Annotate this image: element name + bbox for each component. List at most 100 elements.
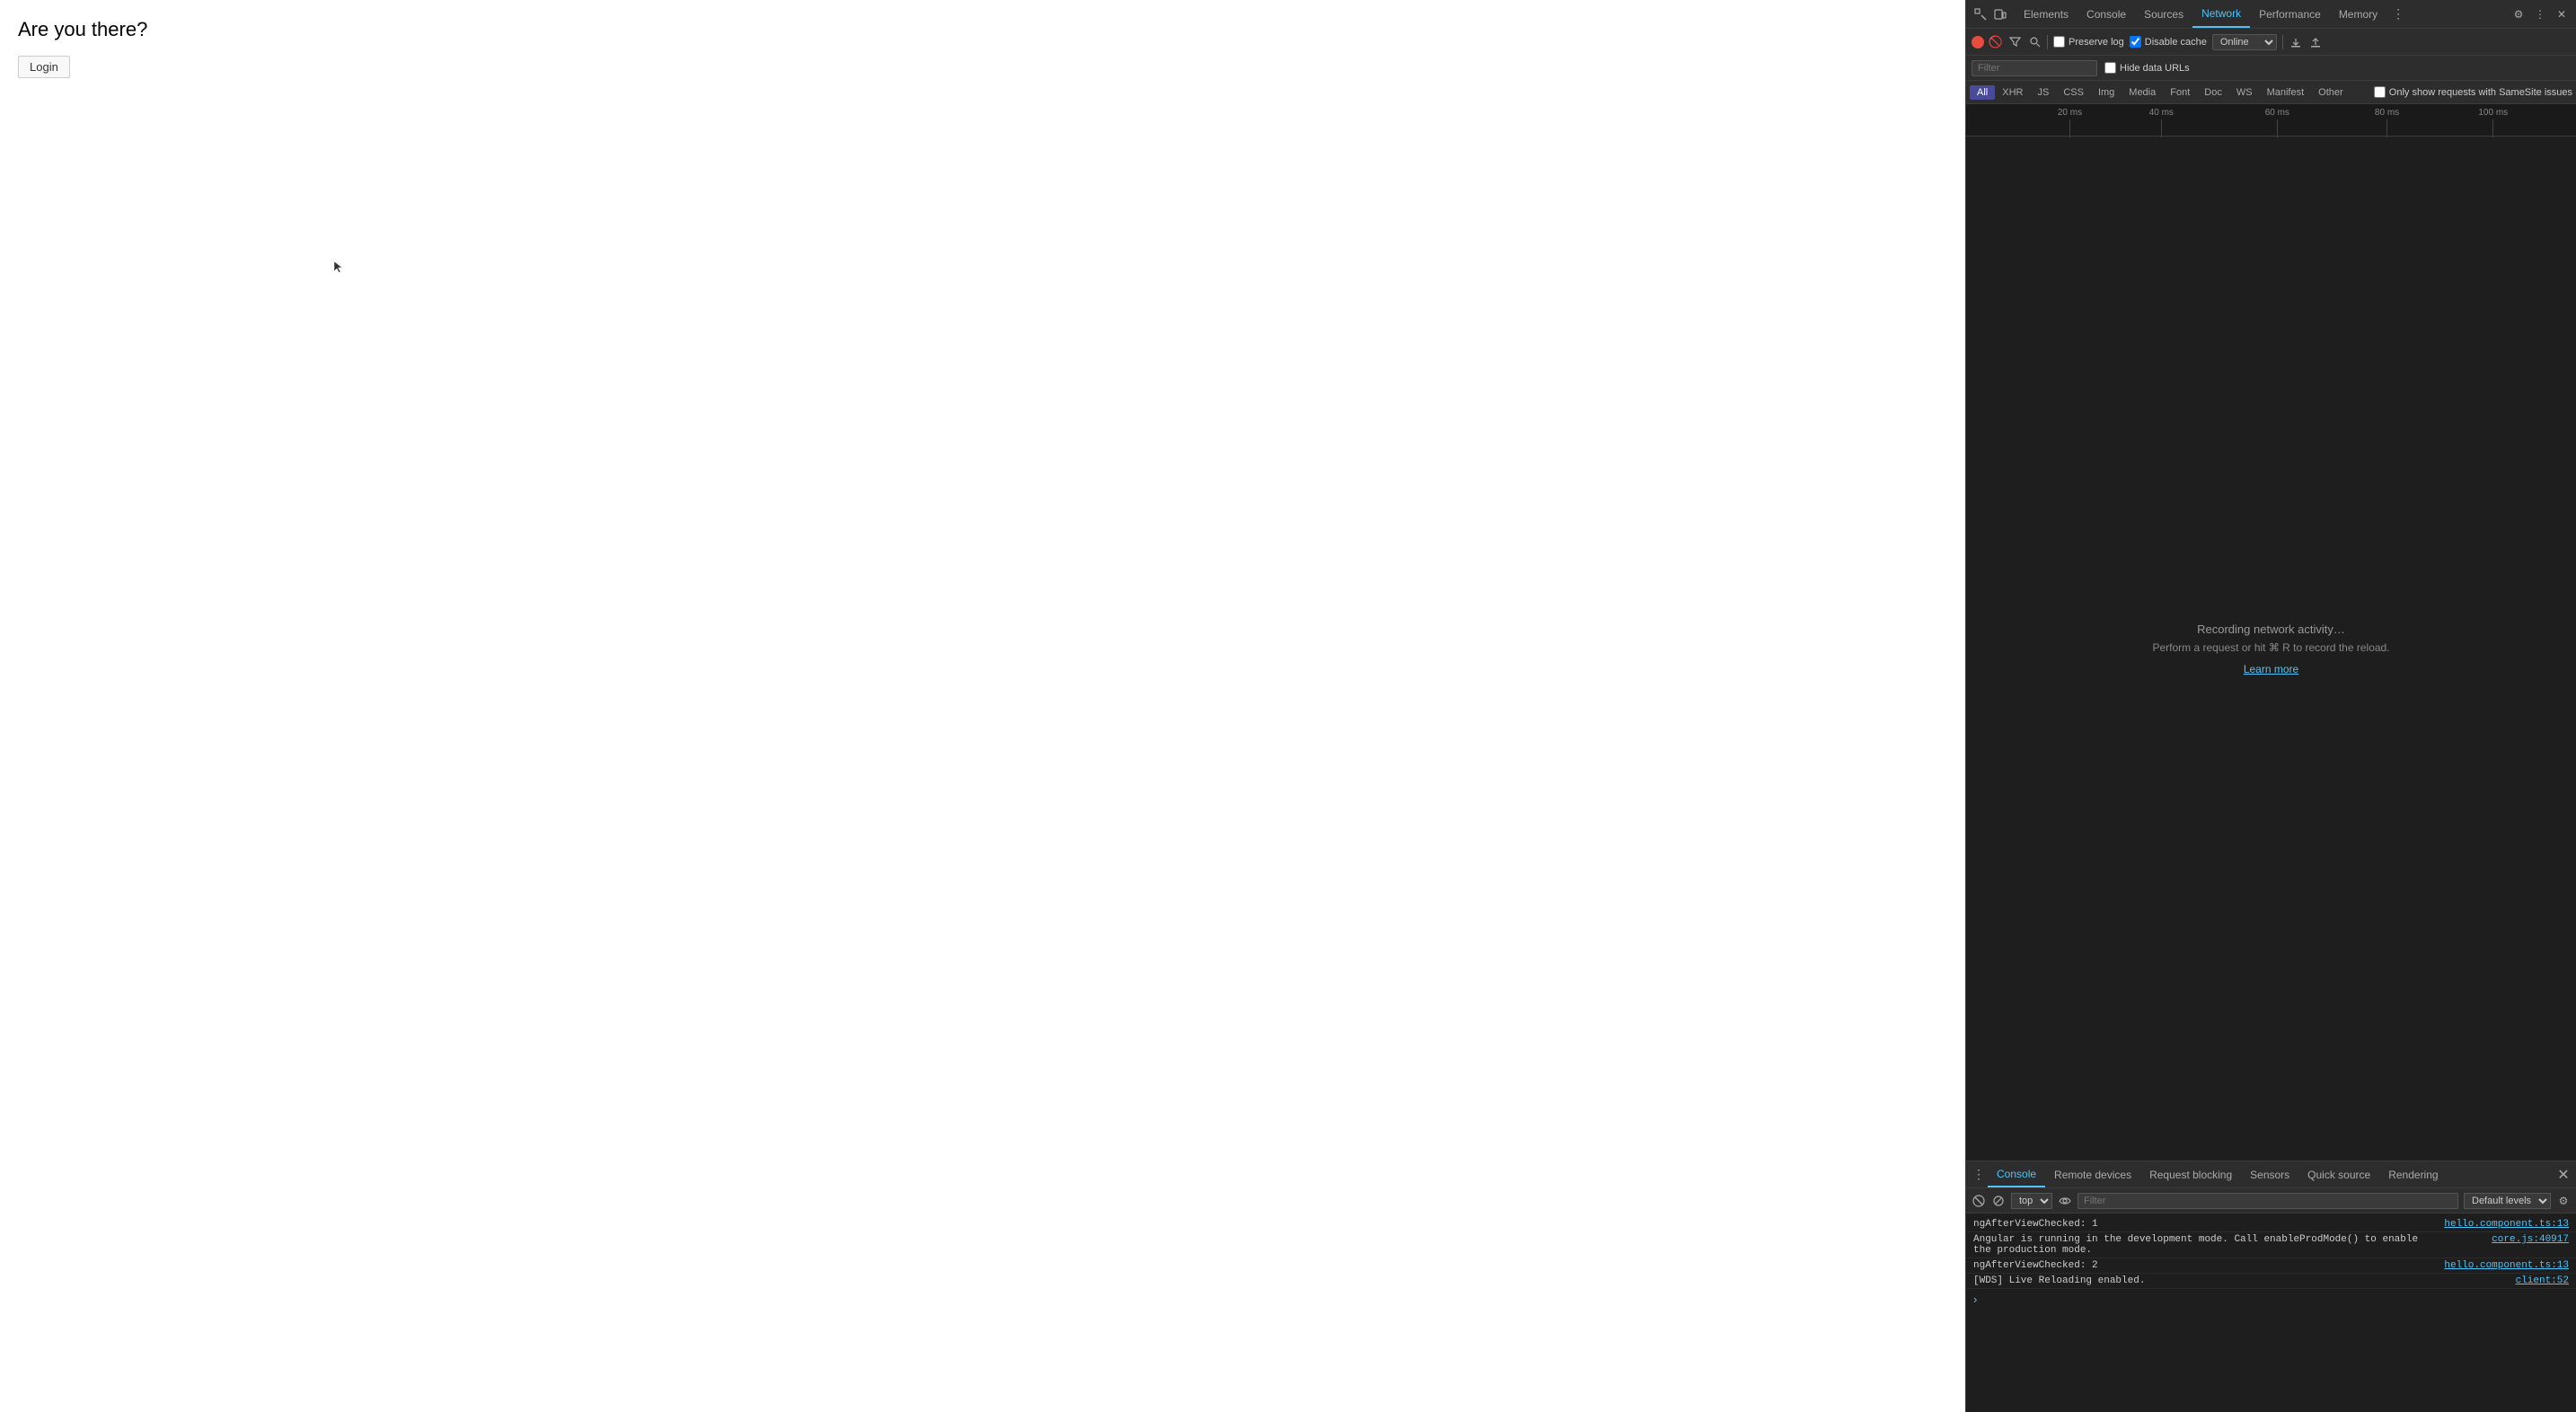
console-log-msg: [WDS] Live Reloading enabled. bbox=[1973, 1275, 2516, 1286]
devtools-topbar: Elements Console Sources Network Perform… bbox=[1966, 0, 2576, 29]
timeline-mark-80ms: 80 ms bbox=[2375, 108, 2399, 137]
drawer-tab-remote-devices[interactable]: Remote devices bbox=[2045, 1161, 2140, 1187]
timeline-mark-20ms: 20 ms bbox=[2058, 108, 2082, 137]
type-filter-bar: All XHR JS CSS Img Media Font Doc WS Man… bbox=[1966, 81, 2576, 104]
console-eye-icon[interactable] bbox=[2058, 1194, 2072, 1208]
timeline-mark-line bbox=[2492, 119, 2493, 137]
tab-sources[interactable]: Sources bbox=[2135, 0, 2192, 28]
import-har-icon[interactable] bbox=[2289, 35, 2303, 49]
console-context-select[interactable]: top bbox=[2011, 1193, 2052, 1209]
main-page: Are you there? Login bbox=[0, 0, 1965, 1412]
console-log-source[interactable]: client:52 bbox=[2516, 1275, 2569, 1286]
console-prompt[interactable]: › bbox=[1966, 1289, 2576, 1310]
samesite-label: Only show requests with SameSite issues bbox=[2389, 87, 2572, 98]
console-log-source[interactable]: hello.component.ts:13 bbox=[2444, 1219, 2569, 1230]
login-button[interactable]: Login bbox=[18, 56, 70, 78]
page-heading: Are you there? bbox=[18, 18, 1947, 41]
timeline-mark-60ms: 60 ms bbox=[2265, 108, 2289, 137]
throttle-select[interactable]: Online Fast 3G Slow 3G Offline bbox=[2212, 34, 2277, 50]
samesite-wrap[interactable]: Only show requests with SameSite issues bbox=[2374, 86, 2572, 98]
type-filter-css[interactable]: CSS bbox=[2056, 85, 2091, 100]
filter-input[interactable] bbox=[1972, 60, 2097, 76]
timeline-mark-40ms: 40 ms bbox=[2149, 108, 2174, 137]
record-button[interactable] bbox=[1972, 36, 1984, 49]
type-filter-img[interactable]: Img bbox=[2091, 85, 2122, 100]
disable-cache-wrap[interactable]: Disable cache bbox=[2130, 36, 2207, 48]
drawer-tab-quick-source[interactable]: Quick source bbox=[2298, 1161, 2379, 1187]
console-log-entry: [WDS] Live Reloading enabled. client:52 bbox=[1966, 1274, 2576, 1289]
hide-data-urls-checkbox[interactable] bbox=[2104, 62, 2116, 74]
tab-network[interactable]: Network bbox=[2192, 0, 2250, 28]
export-har-icon[interactable] bbox=[2308, 35, 2323, 49]
drawer-close-button[interactable]: ✕ bbox=[2554, 1166, 2572, 1184]
console-hide-network-button[interactable] bbox=[1991, 1194, 2006, 1208]
samesite-checkbox[interactable] bbox=[2374, 86, 2386, 98]
learn-more-link[interactable]: Learn more bbox=[2244, 663, 2298, 675]
timeline-mark-line bbox=[2069, 119, 2070, 137]
devtools-more-options-icon[interactable]: ⋮ bbox=[2531, 5, 2549, 23]
separator-2 bbox=[2282, 35, 2283, 49]
console-clear-button[interactable] bbox=[1972, 1194, 1986, 1208]
preserve-log-wrap[interactable]: Preserve log bbox=[2053, 36, 2124, 48]
drawer-tab-request-blocking[interactable]: Request blocking bbox=[2140, 1161, 2241, 1187]
cursor bbox=[332, 260, 345, 273]
type-filter-media[interactable]: Media bbox=[2122, 85, 2163, 100]
devtools-more-tabs-button[interactable]: ⋮ bbox=[2386, 6, 2410, 22]
console-log-msg: ngAfterViewChecked: 1 bbox=[1973, 1219, 2444, 1230]
timeline-mark-label: 80 ms bbox=[2375, 108, 2399, 118]
type-filter-ws[interactable]: WS bbox=[2229, 85, 2260, 100]
tab-console[interactable]: Console bbox=[2078, 0, 2135, 28]
filter-bar: Hide data URLs bbox=[1966, 56, 2576, 81]
timeline-mark-line bbox=[2386, 119, 2387, 137]
preserve-log-label: Preserve log bbox=[2069, 37, 2124, 48]
devtools-settings-icon[interactable]: ⚙ bbox=[2510, 5, 2527, 23]
console-log-entry: Angular is running in the development mo… bbox=[1966, 1232, 2576, 1258]
devtools-drawer: ⋮ Console Remote devices Request blockin… bbox=[1966, 1160, 2576, 1412]
disable-cache-checkbox[interactable] bbox=[2130, 36, 2141, 48]
device-toggle-icon[interactable] bbox=[1991, 5, 2009, 23]
timeline-mark-line bbox=[2277, 119, 2278, 137]
stop-button[interactable]: 🚫 bbox=[1989, 36, 2002, 49]
filter-icon[interactable] bbox=[2007, 35, 2022, 49]
type-filter-other[interactable]: Other bbox=[2311, 85, 2351, 100]
preserve-log-checkbox[interactable] bbox=[2053, 36, 2065, 48]
tab-memory[interactable]: Memory bbox=[2330, 0, 2386, 28]
devtools-close-icon[interactable]: ✕ bbox=[2553, 5, 2571, 23]
search-icon[interactable] bbox=[2027, 35, 2042, 49]
recording-text: Recording network activity… bbox=[2197, 622, 2345, 636]
network-panel: 🚫 Preserve log Disable cache bbox=[1966, 29, 2576, 1160]
console-filter-input[interactable] bbox=[2078, 1193, 2458, 1209]
console-settings-button[interactable]: ⚙ bbox=[2556, 1194, 2571, 1208]
timeline-mark-label: 40 ms bbox=[2149, 108, 2174, 118]
console-toolbar: top Default levels Verbose Info Warnings… bbox=[1966, 1188, 2576, 1213]
console-levels-select[interactable]: Default levels Verbose Info Warnings Err… bbox=[2464, 1193, 2551, 1209]
drawer-tabs: ⋮ Console Remote devices Request blockin… bbox=[1966, 1161, 2576, 1188]
tab-performance[interactable]: Performance bbox=[2250, 0, 2330, 28]
hide-data-urls-wrap[interactable]: Hide data URLs bbox=[2104, 62, 2190, 74]
console-log-source[interactable]: core.js:40917 bbox=[2492, 1234, 2569, 1245]
type-filter-manifest[interactable]: Manifest bbox=[2260, 85, 2312, 100]
perform-text: Perform a request or hit ⌘ R to record t… bbox=[2152, 641, 2389, 654]
inspect-element-icon[interactable] bbox=[1972, 5, 1989, 23]
separator-1 bbox=[2047, 35, 2048, 49]
disable-cache-label: Disable cache bbox=[2145, 37, 2207, 48]
console-log-msg: Angular is running in the development mo… bbox=[1973, 1234, 2492, 1256]
type-filter-xhr[interactable]: XHR bbox=[1995, 85, 2030, 100]
devtools-main-tabs: Elements Console Sources Network Perform… bbox=[2015, 0, 2410, 28]
console-input[interactable] bbox=[1981, 1294, 2569, 1305]
drawer-tab-console[interactable]: Console bbox=[1988, 1161, 2045, 1187]
type-filter-js[interactable]: JS bbox=[2030, 85, 2056, 100]
console-log-msg: ngAfterViewChecked: 2 bbox=[1973, 1260, 2444, 1271]
drawer-more-button[interactable]: ⋮ bbox=[1970, 1161, 1988, 1187]
drawer-tab-rendering[interactable]: Rendering bbox=[2379, 1161, 2447, 1187]
type-filter-doc[interactable]: Doc bbox=[2197, 85, 2229, 100]
console-log-source[interactable]: hello.component.ts:13 bbox=[2444, 1260, 2569, 1271]
timeline-mark-line bbox=[2161, 119, 2162, 137]
drawer-tab-sensors[interactable]: Sensors bbox=[2241, 1161, 2298, 1187]
type-filter-font[interactable]: Font bbox=[2163, 85, 2197, 100]
network-toolbar: 🚫 Preserve log Disable cache bbox=[1966, 29, 2576, 56]
tab-elements[interactable]: Elements bbox=[2015, 0, 2078, 28]
type-filter-all[interactable]: All bbox=[1970, 85, 1995, 100]
timeline-mark-label: 20 ms bbox=[2058, 108, 2082, 118]
console-output: ngAfterViewChecked: 1 hello.component.ts… bbox=[1966, 1213, 2576, 1412]
